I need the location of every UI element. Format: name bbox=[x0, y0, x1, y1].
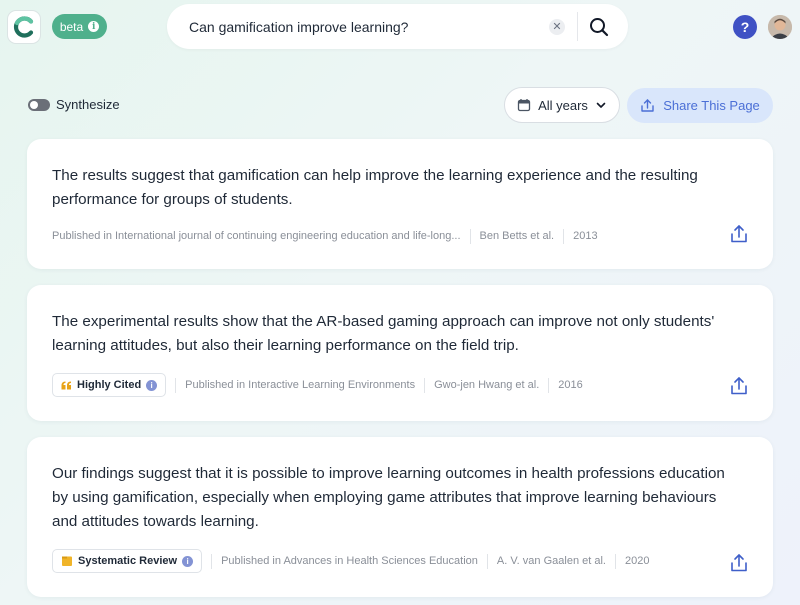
beta-label: beta bbox=[59, 19, 84, 34]
document-icon bbox=[62, 556, 72, 566]
meta-divider bbox=[614, 553, 616, 569]
upload-icon[interactable] bbox=[729, 376, 749, 396]
meta-divider bbox=[486, 553, 488, 569]
synthesize-toggle[interactable] bbox=[28, 99, 50, 111]
upload-icon[interactable] bbox=[729, 224, 749, 244]
meta-divider bbox=[548, 377, 550, 393]
years-label: All years bbox=[538, 97, 588, 113]
highly-cited-badge[interactable]: Highly Cited i bbox=[52, 373, 167, 397]
meta-divider bbox=[424, 377, 426, 393]
search-icon[interactable] bbox=[588, 16, 610, 38]
search-divider bbox=[577, 12, 578, 41]
clear-icon[interactable]: ✕ bbox=[549, 19, 565, 35]
result-meta: Systematic Review i Published in Advance… bbox=[52, 549, 649, 573]
result-card[interactable]: Our findings suggest that it is possible… bbox=[27, 437, 773, 597]
synthesize-label: Synthesize bbox=[56, 97, 120, 112]
info-icon[interactable]: i bbox=[182, 555, 194, 567]
share-label: Share This Page bbox=[663, 98, 760, 113]
result-meta: Published in International journal of co… bbox=[52, 224, 598, 248]
calendar-icon bbox=[517, 99, 531, 112]
info-icon: i bbox=[88, 21, 100, 32]
search-bar: ✕ bbox=[167, 4, 628, 49]
badge-label: Highly Cited bbox=[77, 379, 142, 391]
meta-divider bbox=[563, 228, 565, 244]
beta-badge[interactable]: beta i bbox=[52, 14, 107, 39]
result-card[interactable]: The results suggest that gamification ca… bbox=[27, 139, 773, 269]
info-icon[interactable]: i bbox=[146, 379, 158, 391]
result-year: 2013 bbox=[573, 230, 598, 242]
result-text[interactable]: The experimental results show that the A… bbox=[52, 310, 742, 358]
result-text[interactable]: Our findings suggest that it is possible… bbox=[52, 462, 742, 534]
upload-icon[interactable] bbox=[729, 553, 749, 573]
badge-label: Systematic Review bbox=[78, 555, 178, 567]
result-journal[interactable]: Published in International journal of co… bbox=[52, 230, 461, 242]
systematic-review-badge[interactable]: Systematic Review i bbox=[52, 549, 203, 573]
search-input[interactable] bbox=[189, 16, 529, 38]
top-bar: beta i ✕ ? bbox=[0, 0, 800, 58]
chevron-down-icon bbox=[596, 102, 606, 108]
result-year: 2020 bbox=[624, 555, 650, 567]
meta-divider bbox=[469, 228, 471, 244]
result-authors: Gwo-jen Hwang et al. bbox=[434, 379, 540, 391]
result-journal[interactable]: Published in Advances in Health Sciences… bbox=[221, 555, 478, 567]
result-text[interactable]: The results suggest that gamification ca… bbox=[52, 164, 742, 212]
help-label: ? bbox=[740, 19, 750, 35]
quote-icon bbox=[61, 381, 71, 389]
toolbar: Synthesize All years Share This Page bbox=[0, 86, 800, 126]
share-icon bbox=[641, 99, 654, 112]
avatar[interactable] bbox=[768, 15, 792, 39]
share-page-button[interactable]: Share This Page bbox=[627, 88, 773, 123]
consensus-logo-icon[interactable] bbox=[7, 10, 41, 44]
meta-divider bbox=[211, 553, 213, 569]
help-icon[interactable]: ? bbox=[733, 15, 757, 39]
result-journal[interactable]: Published in Interactive Learning Enviro… bbox=[185, 379, 415, 391]
result-card[interactable]: The experimental results show that the A… bbox=[27, 285, 773, 421]
result-authors: A. V. van Gaalen et al. bbox=[496, 555, 606, 567]
result-year: 2016 bbox=[558, 379, 583, 391]
result-authors: Ben Betts et al. bbox=[479, 230, 555, 242]
meta-divider bbox=[175, 377, 177, 393]
years-filter-button[interactable]: All years bbox=[504, 87, 620, 123]
result-meta: Highly Cited i Published in Interactive … bbox=[52, 373, 583, 397]
